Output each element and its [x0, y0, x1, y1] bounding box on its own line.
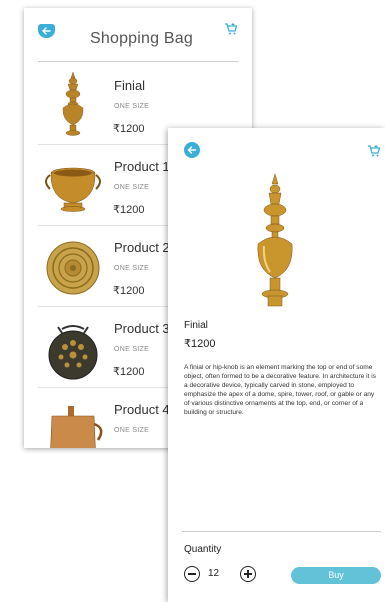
product-price: ₹1200 [184, 338, 216, 350]
back-arrow-icon[interactable] [184, 142, 200, 158]
item-name: Product 4 [114, 402, 170, 417]
item-size: ONE SIZE [114, 184, 150, 191]
cart-icon[interactable] [367, 144, 381, 163]
item-name: Product 1 [114, 159, 170, 174]
plus-icon[interactable] [240, 566, 256, 582]
header-divider [38, 61, 238, 62]
bag-header: Shopping Bag [24, 8, 252, 62]
item-name: Product 3 [114, 321, 170, 336]
item-name: Finial [114, 78, 146, 93]
copper-vessel-image [50, 406, 103, 448]
item-name: Product 2 [114, 240, 170, 255]
item-price: ₹1200 [113, 285, 145, 297]
brass-pot-image [45, 167, 101, 212]
product-detail-screen: Finial ₹1200 A finial or hip-knob is an … [168, 128, 385, 602]
cart-icon[interactable] [224, 22, 238, 41]
quantity-value: 12 [208, 568, 220, 579]
item-price: ₹1200 [113, 366, 145, 378]
product-name: Finial [184, 320, 208, 331]
lantern-image [48, 325, 98, 380]
minus-icon[interactable] [184, 566, 200, 582]
back-arrow-icon[interactable] [38, 24, 55, 38]
item-price: ₹1200 [113, 204, 145, 216]
product-description: A finial or hip-knob is an element marki… [184, 364, 377, 416]
divider [182, 531, 381, 532]
item-size: ONE SIZE [114, 427, 150, 434]
brass-plate-image [46, 241, 100, 295]
item-size: ONE SIZE [114, 265, 150, 272]
finial-image [257, 174, 293, 307]
finial-image [62, 71, 84, 136]
quantity-label: Quantity [184, 544, 222, 555]
page-title: Shopping Bag [90, 30, 193, 47]
item-size: ONE SIZE [114, 103, 150, 110]
buy-button[interactable]: Buy [291, 567, 381, 584]
item-price: ₹1200 [113, 123, 145, 135]
item-size: ONE SIZE [114, 346, 150, 353]
